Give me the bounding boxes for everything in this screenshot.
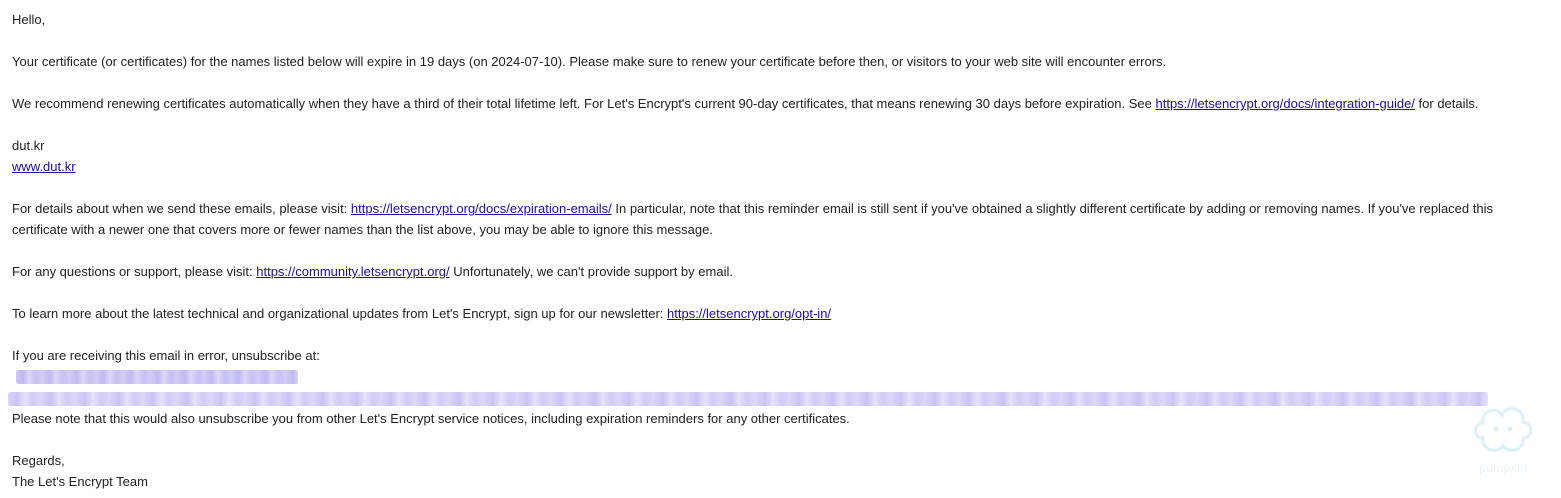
expiration-emails-text: For details about when we send these ema… bbox=[12, 201, 351, 216]
newsletter-link[interactable]: https://letsencrypt.org/opt-in/ bbox=[667, 306, 831, 321]
expiration-emails-paragraph: For details about when we send these ema… bbox=[12, 198, 1552, 240]
domain-name-text: dut.kr bbox=[12, 138, 45, 153]
integration-guide-link[interactable]: https://letsencrypt.org/docs/integration… bbox=[1156, 96, 1415, 111]
newsletter-paragraph: To learn more about the latest technical… bbox=[12, 303, 1552, 324]
redacted-unsubscribe-link[interactable] bbox=[16, 370, 298, 384]
cloud-face-icon bbox=[1469, 398, 1537, 460]
email-body: Hello, Your certificate (or certificates… bbox=[12, 9, 1552, 492]
expiration-emails-link[interactable]: https://letsencrypt.org/docs/expiration-… bbox=[351, 201, 612, 216]
support-suffix-text: Unfortunately, we can't provide support … bbox=[449, 264, 733, 279]
renewal-recommendation: We recommend renewing certificates autom… bbox=[12, 93, 1552, 114]
unsubscribe-note-text: Please note that this would also unsubsc… bbox=[12, 411, 850, 426]
greeting-text: Hello, bbox=[12, 12, 46, 27]
watermark-text: pumpkin bbox=[1478, 462, 1528, 475]
support-paragraph: For any questions or support, please vis… bbox=[12, 261, 1552, 282]
support-text: For any questions or support, please vis… bbox=[12, 264, 257, 279]
watermark: pumpkin bbox=[1469, 398, 1537, 478]
renewal-suffix-text: for details. bbox=[1414, 96, 1479, 111]
expiry-notice-text: Your certificate (or certificates) for t… bbox=[12, 54, 1167, 69]
signature-text: The Let's Encrypt Team bbox=[12, 474, 148, 489]
newsletter-text: To learn more about the latest technical… bbox=[12, 306, 668, 321]
redacted-unsubscribe-url[interactable] bbox=[8, 392, 1488, 406]
unsubscribe-text: If you are receiving this email in error… bbox=[12, 348, 320, 363]
domain-link[interactable]: www.dut.kr bbox=[12, 159, 76, 174]
regards-text: Regards, bbox=[12, 453, 65, 468]
community-link[interactable]: https://community.letsencrypt.org/ bbox=[256, 264, 449, 279]
renewal-text: We recommend renewing certificates autom… bbox=[12, 96, 1156, 111]
